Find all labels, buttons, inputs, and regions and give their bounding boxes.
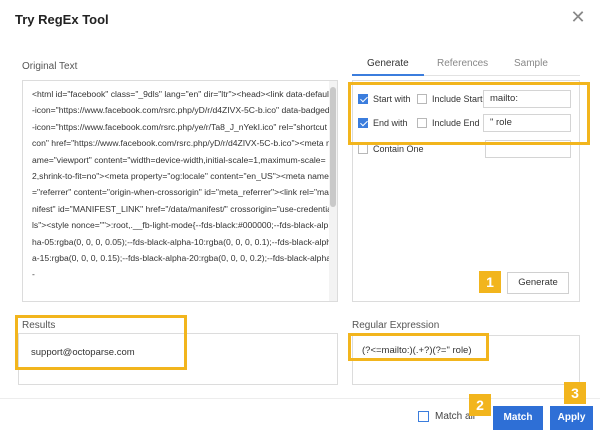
- active-tab-indicator: [352, 74, 424, 76]
- highlight-results: [15, 315, 187, 370]
- tab-generate[interactable]: Generate: [367, 58, 409, 69]
- match-button[interactable]: Match: [493, 406, 543, 430]
- contain-one-checkbox[interactable]: [358, 144, 368, 154]
- highlight-regex: [348, 333, 489, 361]
- highlight-start-end: [348, 82, 590, 145]
- footer-divider: [0, 398, 600, 399]
- match-all-checkbox[interactable]: [418, 411, 429, 422]
- dialog-title: Try RegEx Tool: [15, 12, 109, 27]
- step-badge-3: 3: [564, 382, 586, 404]
- tab-references[interactable]: References: [437, 58, 488, 69]
- tab-sample[interactable]: Sample: [514, 58, 548, 69]
- match-all-option[interactable]: Match all: [418, 411, 475, 422]
- original-text-area[interactable]: <html id="facebook" class="_9dls" lang="…: [22, 80, 338, 302]
- scrollbar[interactable]: [329, 81, 337, 301]
- contain-one-option[interactable]: Contain One: [358, 144, 424, 154]
- scrollbar-thumb[interactable]: [330, 87, 336, 207]
- regex-label: Regular Expression: [352, 320, 440, 331]
- original-text-content: <html id="facebook" class="_9dls" lang="…: [32, 89, 332, 280]
- original-text-label: Original Text: [22, 61, 78, 72]
- tab-bar: Generate References Sample: [352, 58, 580, 74]
- apply-button[interactable]: Apply: [550, 406, 593, 430]
- step-badge-1: 1: [479, 271, 501, 293]
- contain-one-label: Contain One: [373, 144, 424, 154]
- close-icon[interactable]: ✕: [568, 7, 588, 27]
- generate-button[interactable]: Generate: [507, 272, 569, 294]
- step-badge-2: 2: [469, 394, 491, 416]
